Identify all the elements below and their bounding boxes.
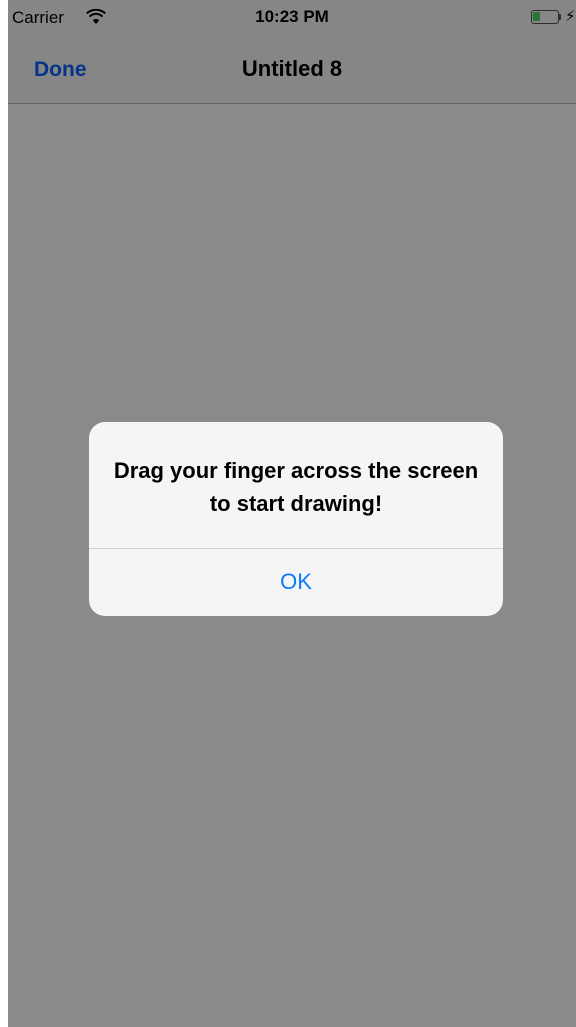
alert-dialog: Drag your finger across the screen to st… <box>89 422 503 616</box>
app-screen: Carrier 10:23 PM ⚡ Done Untitled 8 Drag … <box>8 0 576 1027</box>
alert-message: Drag your finger across the screen to st… <box>113 458 479 516</box>
ok-button[interactable]: OK <box>89 549 503 616</box>
